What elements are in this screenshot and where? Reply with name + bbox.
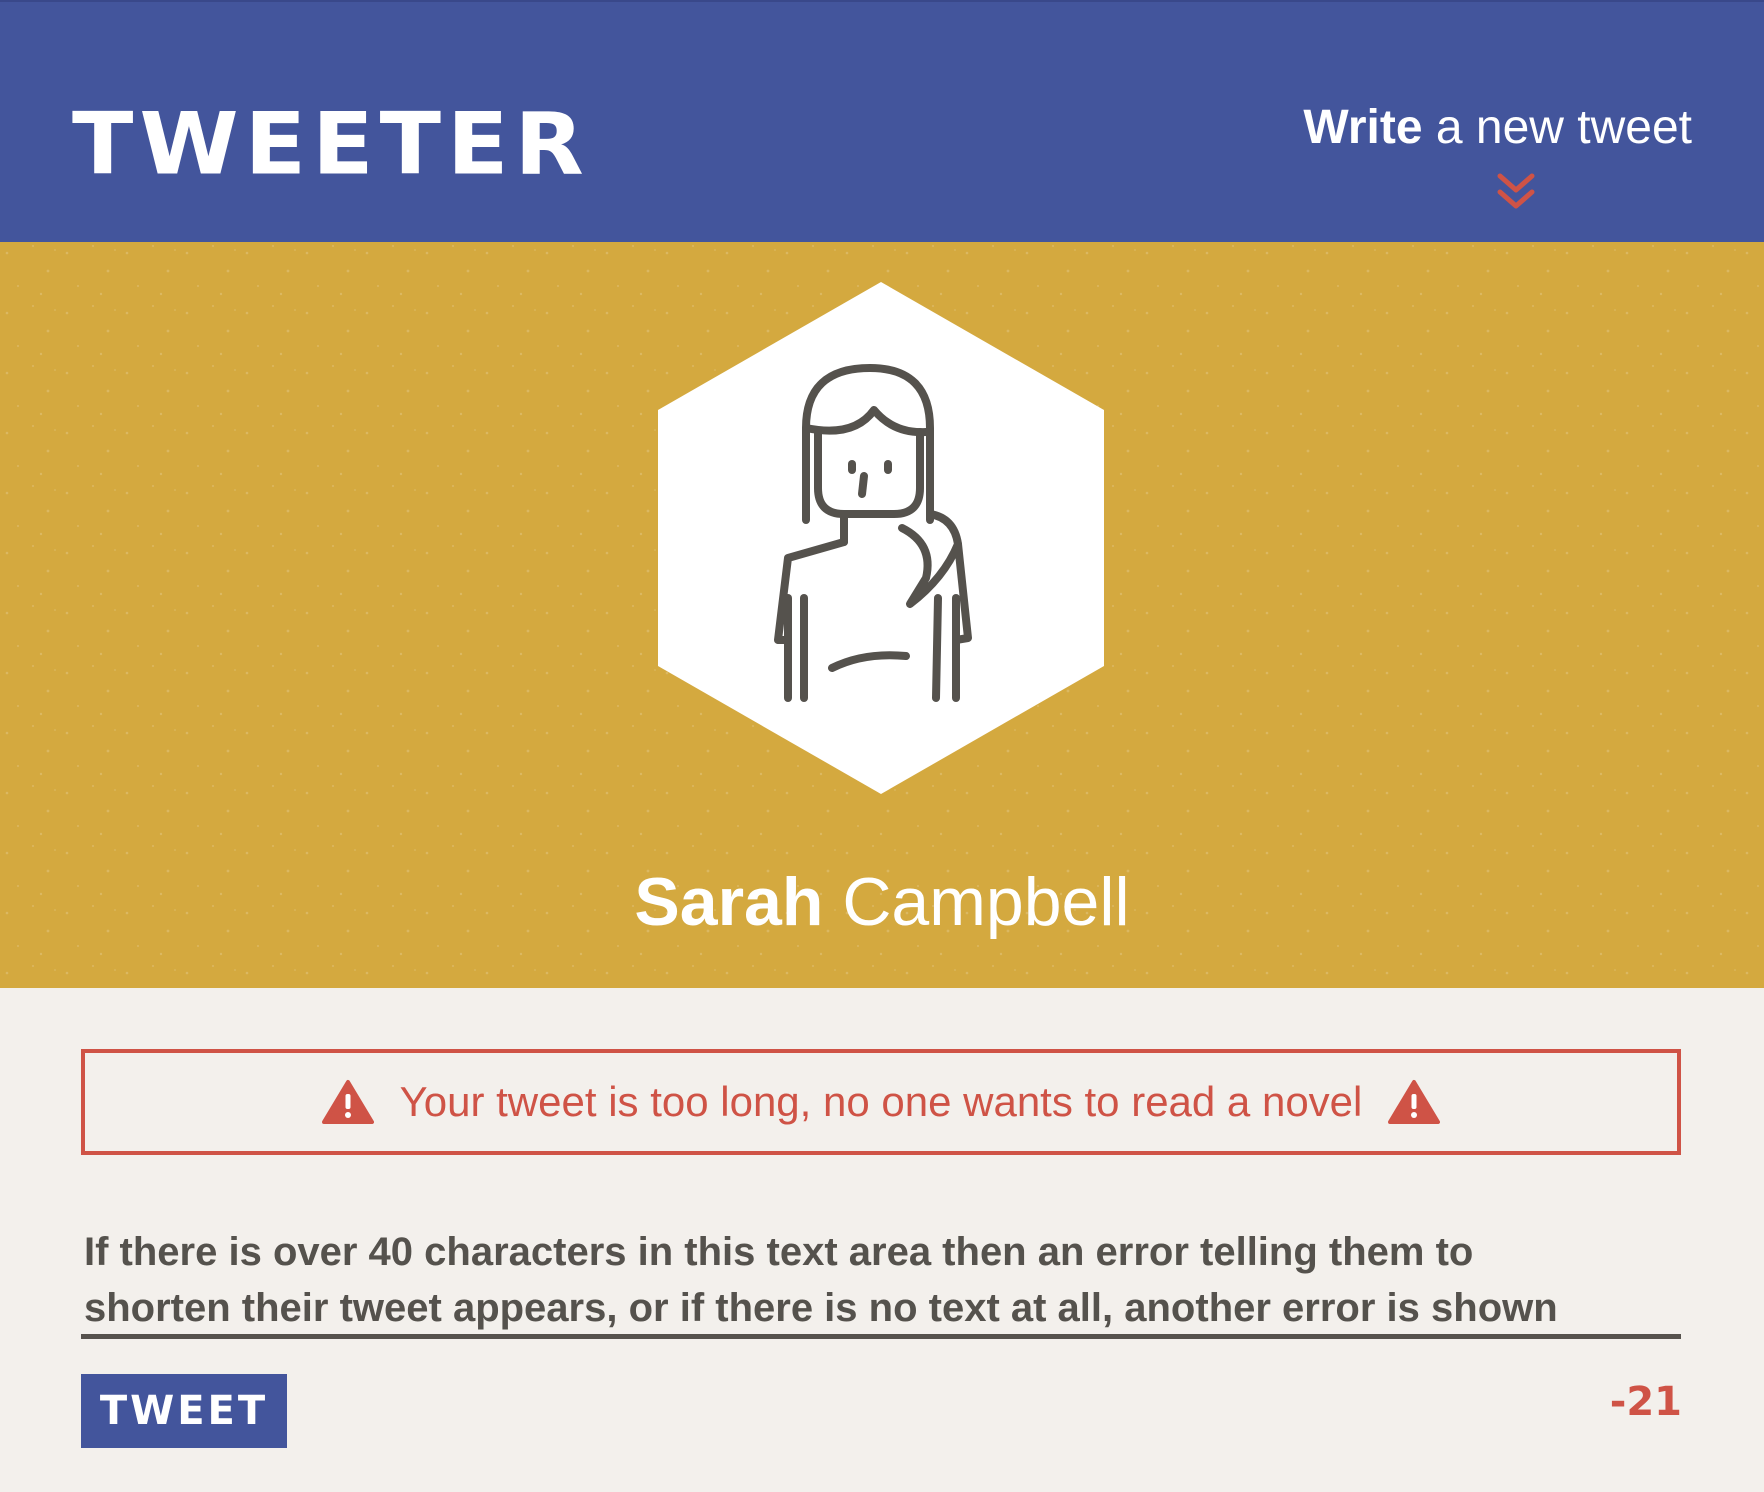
tweet-textarea[interactable]: If there is over 40 characters in this t…	[84, 1224, 1682, 1336]
warning-icon	[1388, 1080, 1441, 1124]
warning-icon	[321, 1080, 374, 1124]
error-message-box: Your tweet is too long, no one wants to …	[81, 1049, 1681, 1155]
last-name: Campbell	[842, 864, 1130, 940]
tweet-submit-button[interactable]: TWEET	[81, 1374, 287, 1448]
double-chevron-down-icon[interactable]	[1496, 172, 1536, 212]
textarea-underline	[81, 1334, 1681, 1339]
top-navigation-bar: TWEETER Write a new tweet	[0, 0, 1764, 242]
write-link-strong: Write	[1303, 101, 1423, 154]
profile-name: Sarah Campbell	[0, 868, 1764, 936]
character-counter: -21	[1609, 1379, 1682, 1425]
write-link-rest: a new tweet	[1422, 101, 1692, 154]
app-logo[interactable]: TWEETER	[72, 102, 590, 188]
tweet-text-line: shorten their tweet appears, or if there…	[84, 1286, 1558, 1330]
write-new-tweet-link[interactable]: Write a new tweet	[1303, 104, 1692, 152]
error-message-text: Your tweet is too long, no one wants to …	[399, 1078, 1363, 1125]
profile-avatar[interactable]	[658, 282, 1104, 794]
tweet-text-line: If there is over 40 characters in this t…	[84, 1230, 1474, 1274]
first-name: Sarah	[634, 864, 824, 940]
